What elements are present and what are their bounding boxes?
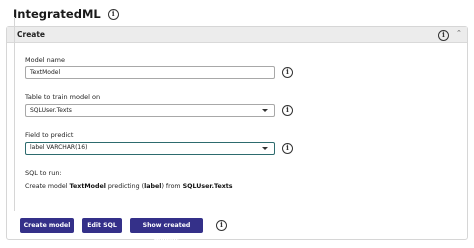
sql-text: predicting ( [105,183,145,190]
info-icon[interactable]: i [282,143,293,154]
sql-statement: Create model TextModel predicting (label… [25,183,233,190]
edit-sql-button[interactable]: Edit SQL [82,218,122,233]
chevron-up-icon[interactable]: ⌃ [456,29,462,37]
app-header: IntegratedML i [13,6,119,22]
table-select[interactable]: SQLUser.Texts [25,104,275,117]
info-icon[interactable]: i [282,67,293,78]
sql-field-name: label [144,183,162,190]
info-icon[interactable]: i [216,220,227,231]
info-icon[interactable]: i [107,8,119,20]
panel-inner-divider [14,17,15,211]
model-name-label: Model name [25,56,66,64]
table-label: Table to train model on [25,93,101,101]
show-created-models-button[interactable]: Show created models [130,218,203,244]
sql-text: ) from [161,183,183,190]
panel-header[interactable]: Create i ⌃ [7,27,467,43]
create-model-button[interactable]: Create model [20,218,74,233]
sql-model-name: TextModel [69,183,106,190]
model-name-input[interactable]: TextModel [25,66,275,79]
panel-title: Create [17,30,46,39]
info-icon[interactable]: i [282,105,293,116]
field-label: Field to predict [25,131,74,139]
sql-text: Create model [25,183,70,190]
field-to-predict-select[interactable]: label VARCHAR(16) [25,142,275,155]
create-panel: Create i ⌃ [6,26,468,240]
info-icon[interactable]: i [438,30,449,41]
sql-table-name: SQLUser.Texts [182,183,233,190]
page-title: IntegratedML [13,7,101,21]
sql-label: SQL to run: [25,169,62,177]
